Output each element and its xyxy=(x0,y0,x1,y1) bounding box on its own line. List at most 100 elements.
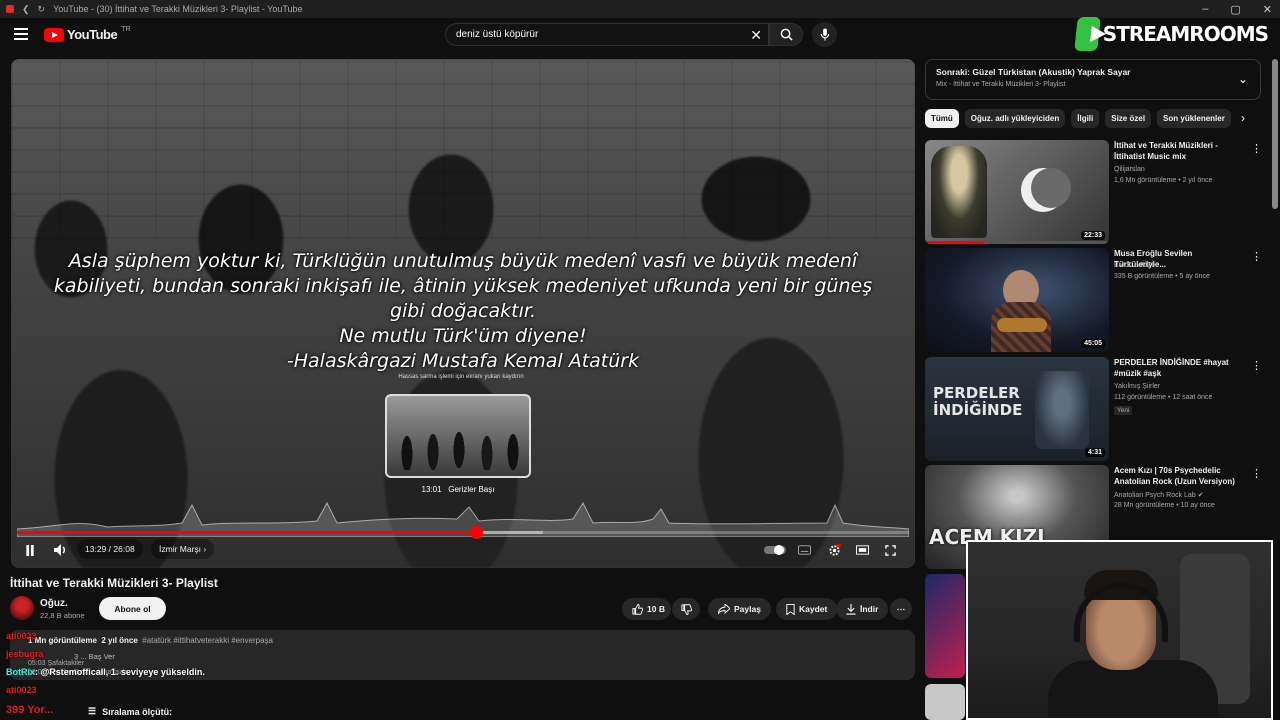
chip-all[interactable]: Tümü xyxy=(925,109,959,128)
video-frame-wall xyxy=(11,59,915,239)
dislike-button[interactable] xyxy=(672,598,700,620)
more-vertical-icon[interactable]: ⋮ xyxy=(1251,250,1262,263)
video-thumbnail[interactable]: 22:33 xyxy=(925,140,1109,244)
channel-avatar[interactable] xyxy=(10,596,34,620)
filter-chips: Tümü Oğuz. adlı yükleyiciden İlgili Size… xyxy=(925,109,1255,129)
video-channel[interactable]: Anatolian Psych Rock Lab ✔ xyxy=(1114,491,1204,499)
recommendation-thumbnail-partial[interactable] xyxy=(925,574,965,678)
video-player[interactable]: Asla şüphem yoktur ki, Türklüğün unutulm… xyxy=(11,59,915,568)
video-thumbnail[interactable]: 45:05 xyxy=(925,248,1109,352)
fullscreen-icon xyxy=(884,544,896,556)
share-icon xyxy=(718,604,730,614)
autoplay-toggle[interactable] xyxy=(763,539,787,561)
new-badge: Yeni xyxy=(1114,406,1133,415)
recommendation-item[interactable]: PERDELER İNDİĞİNDE 4:31 PERDELER İNDİĞİN… xyxy=(925,357,1265,461)
youtube-play-icon xyxy=(44,27,64,42)
voice-search-button[interactable] xyxy=(812,22,837,47)
more-actions-button[interactable]: ⋯ xyxy=(890,598,912,620)
chat-username: BotRix xyxy=(6,667,35,677)
seek-preview-thumbnail xyxy=(385,394,531,478)
video-channel[interactable]: Yakılmış Şiirler xyxy=(1114,383,1160,390)
subscriber-count: 22,8 B abone xyxy=(40,611,85,620)
search-input[interactable] xyxy=(456,29,736,40)
up-next-playlist: Mix - İttihat ve Terakki Müzikleri 3- Pl… xyxy=(936,81,1066,88)
download-button[interactable]: İndir xyxy=(836,598,889,620)
volume-button[interactable] xyxy=(51,539,71,561)
time-total: 26:08 xyxy=(113,544,135,554)
logo-text: YouTube xyxy=(67,27,118,42)
save-button[interactable]: Kaydet xyxy=(776,598,838,620)
recommendation-thumbnail-partial[interactable] xyxy=(925,684,965,720)
video-title[interactable]: Acem Kızı | 70s Psychedelic Anatolian Ro… xyxy=(1114,465,1244,487)
view-count: 1 Mn görüntüleme xyxy=(28,636,97,645)
miniplayer-button[interactable] xyxy=(853,539,871,561)
chip-uploader[interactable]: Oğuz. adlı yükleyiciden xyxy=(964,109,1066,128)
search-icon xyxy=(780,28,793,41)
search-button[interactable] xyxy=(769,23,803,46)
recommendation-item[interactable]: 45:05 Musa Eroğlu Sevilen Türküleriyle..… xyxy=(925,248,1265,352)
video-meta: 1,6 Mn görüntüleme • 2 yıl önce xyxy=(1114,177,1213,184)
save-label: Kaydet xyxy=(799,604,828,614)
player-controls: 13:29 / 26:08 İzmir Marşı › xyxy=(11,539,915,568)
recommendation-item[interactable]: 22:33 İttihat ve Terakki Müzikleri - İtt… xyxy=(925,140,1265,244)
quote-line: gibi doğacaktır. xyxy=(389,300,537,322)
autoplay-icon xyxy=(764,545,786,555)
chip-for-you[interactable]: Size özel xyxy=(1105,109,1152,128)
chapter-title: İzmir Marşı xyxy=(159,544,202,554)
sort-comments[interactable]: ☰ Sıralama ölçütü: xyxy=(88,706,172,717)
video-channel[interactable]: Qilijarslan xyxy=(1114,166,1145,173)
subtitles-button[interactable] xyxy=(795,539,813,561)
more-vertical-icon[interactable]: ⋮ xyxy=(1251,142,1262,155)
subscribe-button[interactable]: Abone ol xyxy=(99,597,166,620)
pause-icon xyxy=(26,544,34,556)
search-box: ✕ xyxy=(445,23,769,46)
menu-icon[interactable] xyxy=(14,28,28,40)
video-meta: 28 Mn görüntüleme • 10 ay önce xyxy=(1114,502,1215,509)
video-duration: 22:33 xyxy=(1081,231,1105,240)
minimize-button[interactable]: – xyxy=(1202,3,1208,15)
time-current: 13:29 xyxy=(85,544,107,554)
chevron-down-icon[interactable]: ⌄ xyxy=(1238,72,1248,86)
chat-username: ati0023 xyxy=(6,685,37,695)
maximize-button[interactable]: ▢ xyxy=(1230,3,1240,16)
video-title[interactable]: İttihat ve Terakki Müzikleri - İttihatis… xyxy=(1114,140,1244,162)
back-icon[interactable]: ❮ xyxy=(22,4,30,15)
clear-icon[interactable]: ✕ xyxy=(750,27,762,44)
thumbs-up-icon xyxy=(632,603,643,615)
quote-line: Asla şüphem yoktur ki, Türklüğün unutulm… xyxy=(68,250,858,272)
video-channel[interactable]: B.A.C. MÜZİK xyxy=(1114,262,1158,269)
video-thumbnail[interactable]: PERDELER İNDİĞİNDE 4:31 xyxy=(925,357,1109,461)
more-vertical-icon[interactable]: ⋮ xyxy=(1251,359,1262,372)
share-button[interactable]: Paylaş xyxy=(708,598,771,620)
webcam-overlay xyxy=(966,540,1273,720)
chevron-right-icon[interactable]: › xyxy=(1241,111,1245,125)
chip-recent[interactable]: Son yüklenenler xyxy=(1157,109,1231,128)
page-scrollbar[interactable] xyxy=(1272,59,1278,209)
preview-chapter: Gerizler Başı xyxy=(448,485,495,494)
video-quote: Asla şüphem yoktur ki, Türklüğün unutulm… xyxy=(11,249,915,374)
pause-button[interactable] xyxy=(21,539,39,561)
chat-username: jesbugra xyxy=(6,649,44,659)
youtube-logo[interactable]: YouTube TR xyxy=(44,26,131,42)
seek-preview-label: 13:01 Gerizler Başı xyxy=(385,485,531,494)
channel-row: Oğuz. 22,8 B abone Abone ol 10 B Paylaş … xyxy=(10,596,915,624)
fullscreen-button[interactable] xyxy=(881,539,899,561)
chip-related[interactable]: İlgili xyxy=(1071,109,1100,128)
chapter-button[interactable]: İzmir Marşı › xyxy=(151,539,215,559)
reload-icon[interactable]: ↻ xyxy=(38,4,46,15)
subtitles-icon xyxy=(797,545,811,555)
like-count: 10 B xyxy=(647,604,665,614)
miniplayer-icon xyxy=(855,545,869,555)
channel-name[interactable]: Oğuz. xyxy=(40,598,68,609)
share-label: Paylaş xyxy=(734,604,761,614)
close-window-button[interactable]: ✕ xyxy=(1263,3,1272,16)
up-next-title: Güzel Türkistan (Akustik) Yaprak Sayar xyxy=(972,67,1131,77)
video-title[interactable]: PERDELER İNDİĞİNDE #hayat #müzik #aşk xyxy=(1114,357,1244,379)
up-next-panel[interactable]: Sonraki: Güzel Türkistan (Akustik) Yapra… xyxy=(925,59,1261,100)
settings-button[interactable] xyxy=(825,539,843,561)
like-button[interactable]: 10 B xyxy=(622,598,671,620)
more-vertical-icon[interactable]: ⋮ xyxy=(1251,467,1262,480)
hashtags[interactable]: #atatürk #ittihatveterakki #enverpaşa xyxy=(142,636,273,645)
progress-scrubber[interactable] xyxy=(470,526,483,539)
download-icon xyxy=(846,603,856,615)
